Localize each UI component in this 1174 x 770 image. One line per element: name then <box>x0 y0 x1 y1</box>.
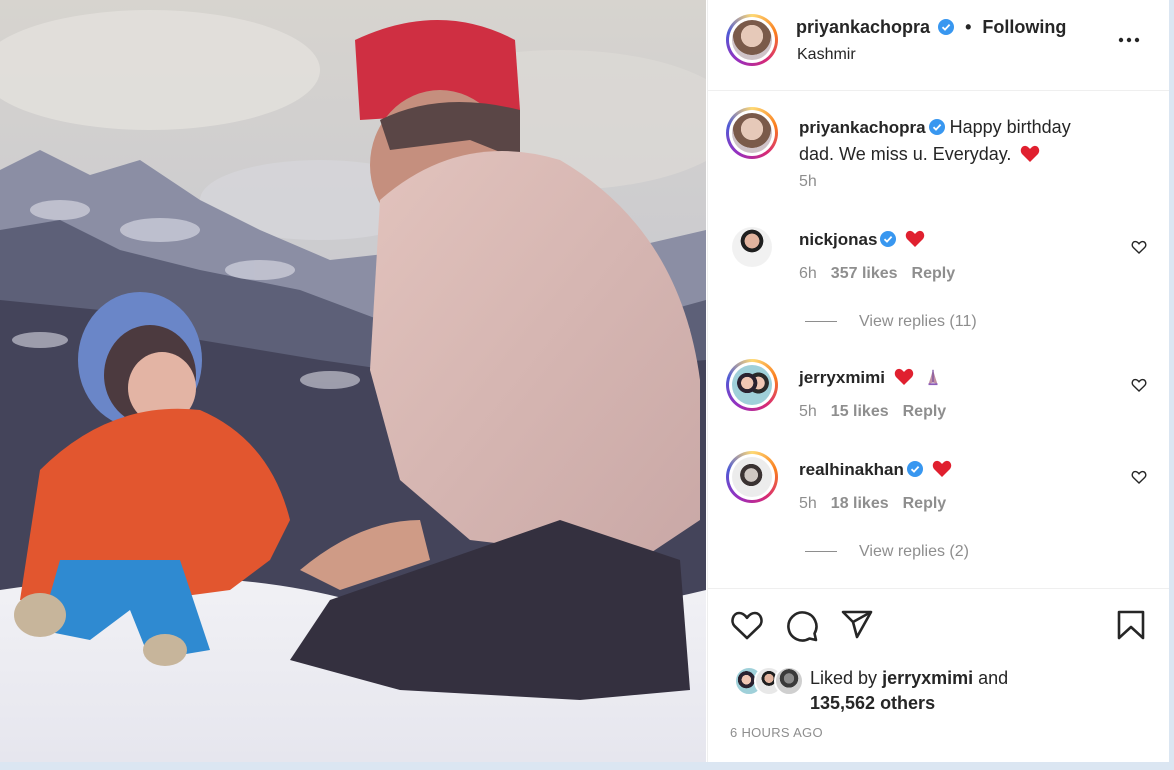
comment-icon[interactable] <box>785 609 819 643</box>
comment-meta: 5h 18 likes Reply <box>799 495 960 513</box>
comment-time[interactable]: 6h <box>799 265 817 282</box>
liked-by-text: Liked by jerryxmimi and 135,562 others <box>810 666 1008 716</box>
like-comment-icon[interactable] <box>1131 377 1147 393</box>
reply-button[interactable]: Reply <box>903 495 947 512</box>
verified-badge-icon <box>906 461 923 477</box>
comment-3: realhinakhan <box>799 459 952 480</box>
post-photo[interactable] <box>0 0 706 762</box>
verified-badge-icon <box>938 19 955 35</box>
comment-time[interactable]: 5h <box>799 495 817 512</box>
liked-by-user[interactable]: jerryxmimi <box>882 668 973 688</box>
header-divider <box>708 90 1169 91</box>
actions-divider <box>708 588 1169 589</box>
praying-hands-emoji-icon <box>928 369 938 386</box>
comment-avatar-realhinakhan[interactable] <box>726 451 778 503</box>
heart-icon[interactable] <box>730 609 764 641</box>
verified-badge-icon <box>880 231 897 247</box>
caption-line2: dad. We miss u. Everyday. <box>799 144 1012 164</box>
header-username[interactable]: priyankachopra <box>796 17 930 37</box>
header-avatar[interactable] <box>726 14 778 66</box>
header-separator: • <box>965 17 972 37</box>
header-location[interactable]: Kashmir <box>797 46 856 64</box>
verified-badge-icon <box>928 119 945 135</box>
header-title: priyankachopra • Following <box>796 17 1066 38</box>
heart-emoji-icon <box>894 368 914 385</box>
view-replies-label: View replies (2) <box>859 543 969 560</box>
view-replies-button[interactable]: View replies (2) <box>805 543 969 561</box>
comment-avatar-jerryxmimi[interactable] <box>726 359 778 411</box>
liked-by-avatars[interactable] <box>730 664 810 696</box>
comment-1: nickjonas <box>799 229 925 250</box>
comment-likes[interactable]: 18 likes <box>831 495 889 512</box>
view-replies-label: View replies (11) <box>859 313 977 330</box>
liked-by-conj: and <box>978 668 1009 688</box>
comment-username[interactable]: jerryxmimi <box>799 368 885 387</box>
comment-avatar-nickjonas[interactable] <box>726 221 778 273</box>
like-comment-icon[interactable] <box>1131 239 1147 255</box>
bookmark-icon[interactable] <box>1116 609 1146 641</box>
caption-text: priyankachopra Happy birthday dad. We mi… <box>799 114 1129 168</box>
heart-emoji-icon <box>906 230 925 247</box>
following-button[interactable]: Following <box>982 17 1066 37</box>
instagram-post: priyankachopra • Following Kashmir priya… <box>0 0 1169 762</box>
reply-button[interactable]: Reply <box>903 403 947 420</box>
view-replies-line <box>805 321 837 323</box>
comment-2: jerryxmimi <box>799 367 943 388</box>
comment-time[interactable]: 5h <box>799 403 817 420</box>
reply-button[interactable]: Reply <box>912 265 956 282</box>
heart-emoji-icon <box>932 460 952 477</box>
caption-avatar[interactable] <box>726 107 778 159</box>
liker-avatar <box>774 666 804 696</box>
ellipsis-icon[interactable] <box>1117 32 1141 48</box>
view-replies-button[interactable]: View replies (11) <box>805 313 977 331</box>
caption-username[interactable]: priyankachopra <box>799 118 926 137</box>
liked-by-prefix: Liked by <box>810 668 878 688</box>
heart-emoji-icon <box>1021 145 1040 162</box>
comment-likes[interactable]: 15 likes <box>831 403 889 420</box>
comment-likes[interactable]: 357 likes <box>831 265 898 282</box>
photo-illustration <box>0 0 706 762</box>
comment-username[interactable]: realhinakhan <box>799 460 904 479</box>
liked-by-others[interactable]: 135,562 others <box>810 693 935 713</box>
caption-line1: Happy birthday <box>949 117 1071 137</box>
comment-meta: 6h 357 likes Reply <box>799 265 969 283</box>
share-icon[interactable] <box>840 609 874 641</box>
view-replies-line <box>805 551 837 553</box>
caption-time[interactable]: 5h <box>799 173 817 191</box>
comment-username[interactable]: nickjonas <box>799 230 877 249</box>
post-side-panel: priyankachopra • Following Kashmir priya… <box>707 0 1169 762</box>
comment-meta: 5h 15 likes Reply <box>799 403 960 421</box>
post-timestamp[interactable]: 6 HOURS AGO <box>730 725 823 740</box>
like-comment-icon[interactable] <box>1131 469 1147 485</box>
